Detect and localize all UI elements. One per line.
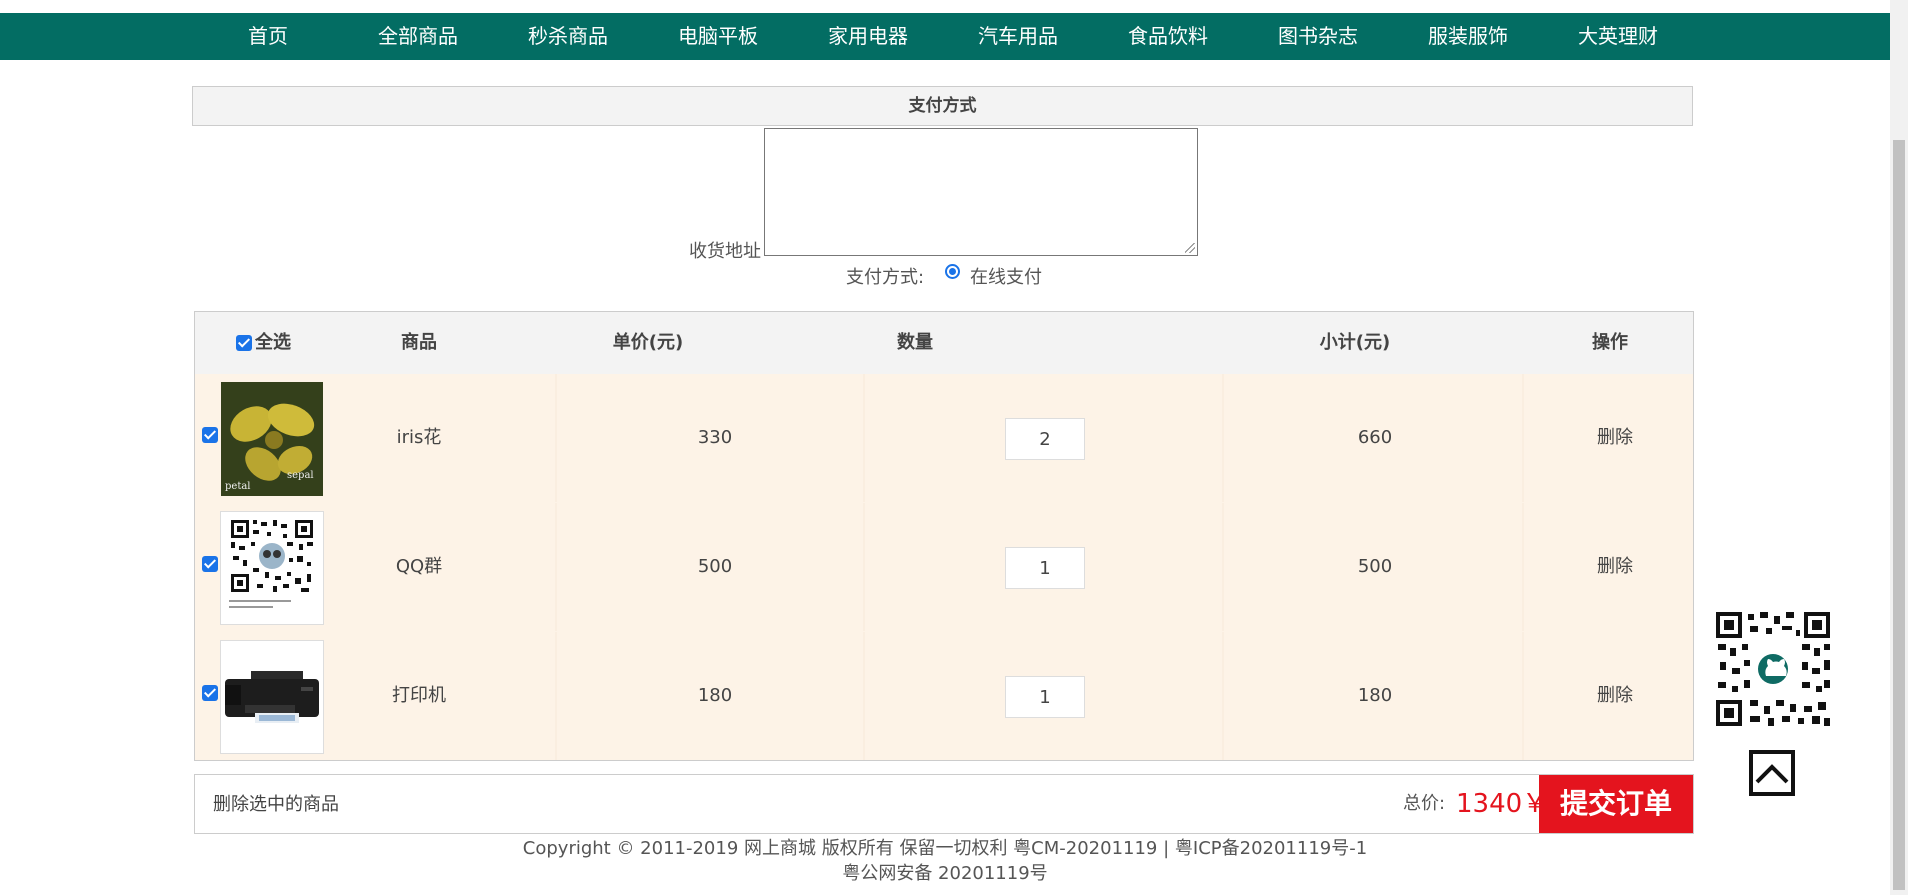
- address-label: 收货地址: [689, 241, 761, 262]
- cart-row: 打印机 180 1 180 删除: [195, 632, 1693, 760]
- cart-row: petal sepal iris花 330 2 660 删除: [195, 374, 1693, 502]
- column-divider: [1222, 632, 1224, 760]
- subtotal: 660: [1357, 427, 1393, 448]
- nav-item-all-products[interactable]: 全部商品: [358, 13, 478, 60]
- section-title: 支付方式: [192, 86, 1693, 126]
- product-image[interactable]: petal sepal: [221, 382, 323, 496]
- delete-link[interactable]: 删除: [1565, 374, 1665, 502]
- row-checkbox[interactable]: [202, 556, 218, 572]
- side-qr-code[interactable]: [1714, 610, 1832, 728]
- top-strip: [0, 0, 1890, 13]
- cart-table-header: 全选 商品 单价(元) 数量 小计(元) 操作: [195, 312, 1693, 374]
- product-image[interactable]: [220, 511, 324, 625]
- total-label: 总价:: [1403, 793, 1446, 814]
- nav-item-appliances[interactable]: 家用电器: [808, 13, 928, 60]
- nav-item-finance[interactable]: 大英理财: [1558, 13, 1678, 60]
- resize-handle-icon[interactable]: [1185, 243, 1195, 253]
- cart-table: 全选 商品 单价(元) 数量 小计(元) 操作 petal sepal iris…: [194, 311, 1694, 761]
- quantity-input[interactable]: 1: [1005, 676, 1085, 718]
- flower-caption-sepal: sepal: [287, 470, 314, 481]
- back-to-top-button[interactable]: [1749, 750, 1795, 796]
- payment-online-radio[interactable]: [945, 264, 960, 279]
- column-divider: [555, 503, 557, 631]
- column-divider: [1522, 374, 1524, 502]
- github-qr-icon: [1714, 610, 1832, 728]
- subtotal: 180: [1357, 685, 1393, 706]
- column-divider: [1222, 503, 1224, 631]
- nav-item-computers[interactable]: 电脑平板: [658, 13, 778, 60]
- copyright-line: Copyright © 2011-2019 网上商城 版权所有 保留一切权利 粤…: [522, 838, 1368, 859]
- nav-item-clothing[interactable]: 服装服饰: [1408, 13, 1528, 60]
- main-nav: 首页 全部商品 秒杀商品 电脑平板 家用电器 汽车用品 食品饮料 图书杂志 服装…: [0, 13, 1890, 60]
- submit-order-button[interactable]: 提交订单: [1539, 775, 1693, 833]
- header-quantity: 数量: [897, 332, 933, 353]
- column-divider: [1522, 632, 1524, 760]
- delete-link[interactable]: 删除: [1565, 503, 1665, 631]
- scrollbar-thumb[interactable]: [1893, 140, 1905, 890]
- product-name[interactable]: QQ群: [349, 503, 489, 631]
- unit-price: 180: [697, 685, 733, 706]
- flower-caption-petal: petal: [225, 481, 251, 492]
- column-divider: [1522, 503, 1524, 631]
- column-divider: [863, 374, 865, 502]
- header-action: 操作: [1592, 332, 1628, 353]
- product-name[interactable]: 打印机: [349, 632, 489, 760]
- quantity-input[interactable]: 1: [1005, 547, 1085, 589]
- address-textarea[interactable]: [764, 128, 1198, 256]
- unit-price: 330: [697, 427, 733, 448]
- column-divider: [555, 632, 557, 760]
- page-scrollbar[interactable]: [1890, 0, 1908, 895]
- row-checkbox[interactable]: [202, 427, 218, 443]
- header-product: 商品: [401, 332, 437, 353]
- delete-selected-link[interactable]: 删除选中的商品: [213, 775, 339, 835]
- nav-item-food[interactable]: 食品饮料: [1108, 13, 1228, 60]
- header-unit-price: 单价(元): [612, 332, 684, 353]
- quantity-input[interactable]: 2: [1005, 418, 1085, 460]
- select-all-checkbox[interactable]: [236, 335, 252, 351]
- subtotal: 500: [1357, 556, 1393, 577]
- printer-image: [221, 641, 323, 753]
- chevron-up-icon: [1755, 764, 1789, 784]
- column-divider: [863, 632, 865, 760]
- nav-item-flash-sale[interactable]: 秒杀商品: [508, 13, 628, 60]
- column-divider: [863, 503, 865, 631]
- product-name[interactable]: iris花: [349, 374, 489, 502]
- total-value: 1340￥: [1456, 789, 1549, 819]
- header-subtotal: 小计(元): [1319, 332, 1391, 353]
- unit-price: 500: [697, 556, 733, 577]
- nav-item-books[interactable]: 图书杂志: [1258, 13, 1378, 60]
- product-image[interactable]: [220, 640, 324, 754]
- flower-image: petal sepal: [221, 382, 323, 496]
- nav-item-home[interactable]: 首页: [208, 13, 328, 60]
- payment-method-label: 支付方式:: [846, 267, 925, 288]
- cart-footer: 删除选中的商品 总价: 1340￥ 提交订单: [194, 774, 1694, 834]
- qr-code-image: [221, 512, 323, 624]
- column-divider: [555, 374, 557, 502]
- column-divider: [1222, 374, 1224, 502]
- nav-item-auto[interactable]: 汽车用品: [958, 13, 1078, 60]
- cart-row: QQ群 500 1 500 删除: [195, 503, 1693, 631]
- police-record-line: 粤公网安备 20201119号: [842, 863, 1048, 884]
- payment-online-label: 在线支付: [970, 267, 1042, 288]
- delete-link[interactable]: 删除: [1565, 632, 1665, 760]
- row-checkbox[interactable]: [202, 685, 218, 701]
- select-all-label: 全选: [255, 332, 291, 353]
